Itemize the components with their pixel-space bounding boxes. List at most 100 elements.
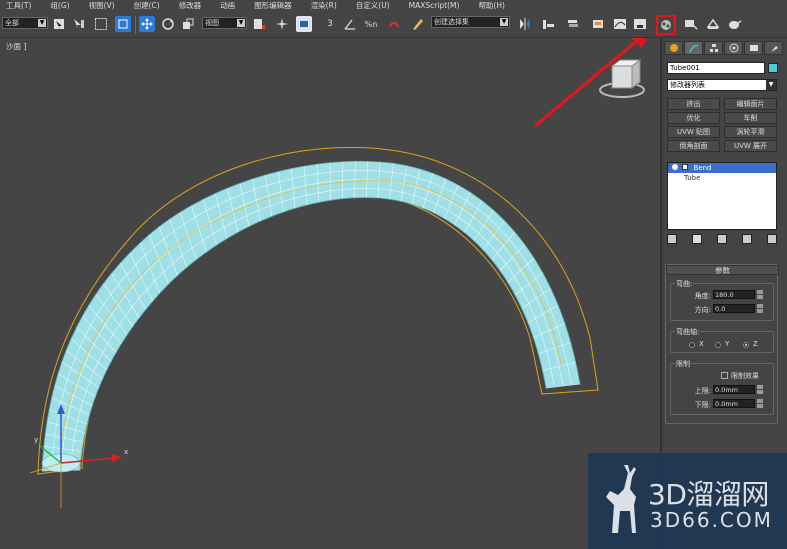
named-selection-sets-dropdown[interactable]: 创建选择集 ▼ bbox=[431, 16, 510, 28]
direction-spinner-arrows[interactable] bbox=[757, 304, 763, 313]
percent-snap-icon[interactable]: %n bbox=[363, 16, 379, 32]
hierarchy-tab-icon[interactable] bbox=[704, 41, 723, 55]
utilities-tab-icon[interactable] bbox=[764, 41, 783, 55]
stack-item-tube[interactable]: Tube bbox=[668, 173, 776, 183]
chevron-down-icon: ▼ bbox=[237, 19, 245, 27]
axis-y-label: Y bbox=[725, 340, 730, 348]
axis-y-radio[interactable] bbox=[715, 342, 721, 348]
modifier-list-dropdown[interactable]: 修改器列表 ▼ bbox=[667, 79, 777, 91]
menu-create[interactable]: 创建(C) bbox=[134, 0, 160, 12]
menu-tools[interactable]: 工具(T) bbox=[6, 0, 31, 12]
edit-named-selection-icon[interactable] bbox=[410, 16, 426, 32]
select-by-name-icon[interactable] bbox=[70, 16, 86, 32]
make-unique-icon[interactable] bbox=[717, 234, 727, 244]
render-setup-icon[interactable] bbox=[683, 16, 699, 32]
pin-stack-icon[interactable] bbox=[667, 234, 677, 244]
layer-manager-icon[interactable] bbox=[565, 16, 581, 32]
schematic-view-icon[interactable] bbox=[632, 16, 648, 32]
select-manipulate-icon[interactable] bbox=[274, 16, 290, 32]
modifier-button-set: 挤出 编辑面片 优化 车削 UVW 贴图 涡轮平滑 倒角剖面 UVW 展开 bbox=[667, 98, 777, 152]
limit-effect-checkbox[interactable] bbox=[721, 372, 728, 379]
selection-filter-dropdown[interactable]: 全部 ▼ bbox=[2, 17, 48, 29]
display-tab-icon[interactable] bbox=[744, 41, 763, 55]
rendered-frame-icon[interactable] bbox=[705, 16, 721, 32]
scale-icon[interactable] bbox=[180, 16, 196, 32]
angle-spinner-arrows[interactable] bbox=[757, 290, 763, 299]
upper-limit-spinner-arrows[interactable] bbox=[757, 385, 763, 394]
curve-editor-icon[interactable] bbox=[612, 16, 628, 32]
angle-snap-icon[interactable] bbox=[342, 16, 358, 32]
limits-group-label: 限制 bbox=[675, 359, 691, 369]
main-toolbar: 全部 ▼ 视图 ▼ 3 %n 创建选择集 ▼ bbox=[0, 12, 787, 38]
rect-select-region-icon[interactable] bbox=[93, 16, 109, 32]
axis-z-radio[interactable] bbox=[743, 342, 749, 348]
configure-sets-icon[interactable] bbox=[767, 234, 777, 244]
deer-logo-icon bbox=[606, 465, 636, 533]
edit-patch-button[interactable]: 编辑面片 bbox=[724, 98, 777, 110]
object-color-swatch[interactable] bbox=[768, 63, 778, 73]
snaps-toggle-icon[interactable]: 3 bbox=[322, 16, 338, 32]
mirror-icon[interactable] bbox=[517, 16, 533, 32]
menu-group[interactable]: 组(G) bbox=[50, 0, 69, 12]
upper-limit-spinner[interactable]: 0.0mm bbox=[713, 385, 755, 394]
modify-tab-icon[interactable] bbox=[684, 41, 703, 55]
bend-axis-group-label: 弯曲轴: bbox=[675, 327, 701, 337]
graphite-tools-icon[interactable] bbox=[590, 16, 606, 32]
perspective-viewport[interactable]: x y 沙面 ] bbox=[0, 38, 660, 549]
select-object-icon[interactable] bbox=[51, 16, 67, 32]
limit-effect-label: 限制效果 bbox=[731, 372, 759, 380]
axis-x-radio[interactable] bbox=[689, 342, 695, 348]
watermark-url: 3D66.COM bbox=[650, 508, 773, 532]
direction-spinner[interactable]: 0.0 bbox=[713, 304, 755, 313]
remove-modifier-icon[interactable] bbox=[742, 234, 752, 244]
tube-mesh[interactable] bbox=[41, 160, 581, 472]
menu-maxscript[interactable]: MAXScript(M) bbox=[409, 0, 460, 12]
uvw-map-button[interactable]: UVW 贴图 bbox=[667, 126, 720, 138]
menu-rendering[interactable]: 渲染(R) bbox=[311, 0, 337, 12]
pivot-center-icon[interactable] bbox=[251, 16, 267, 32]
bevel-profile-button[interactable]: 倒角剖面 bbox=[667, 140, 720, 152]
lightbulb-icon[interactable] bbox=[672, 164, 678, 170]
menu-help[interactable]: 帮助(H) bbox=[478, 0, 505, 12]
optimize-button[interactable]: 优化 bbox=[667, 112, 720, 124]
menu-customize[interactable]: 自定义(U) bbox=[356, 0, 390, 12]
extrude-button[interactable]: 挤出 bbox=[667, 98, 720, 110]
expand-icon[interactable] bbox=[682, 164, 689, 170]
align-icon[interactable] bbox=[540, 16, 556, 32]
menu-graph-editors[interactable]: 图形编辑器 bbox=[254, 0, 292, 12]
spinner-snap-icon[interactable] bbox=[386, 16, 402, 32]
move-icon[interactable] bbox=[139, 16, 155, 32]
render-production-icon[interactable] bbox=[727, 16, 743, 32]
stack-item-bend[interactable]: Bend bbox=[668, 163, 776, 173]
lathe-button[interactable]: 车削 bbox=[724, 112, 777, 124]
object-name-field[interactable]: Tube001 bbox=[667, 62, 765, 74]
lower-limit-spinner-arrows[interactable] bbox=[757, 399, 763, 408]
motion-tab-icon[interactable] bbox=[724, 41, 743, 55]
parameters-rollout: 参数 弯曲: 角度: 180.0 方向: 0.0 弯曲轴: X Y Z 限制 限… bbox=[665, 264, 779, 424]
turbosmooth-button[interactable]: 涡轮平滑 bbox=[724, 126, 777, 138]
chevron-down-icon: ▼ bbox=[500, 18, 508, 26]
parameters-rollout-title[interactable]: 参数 bbox=[666, 265, 779, 275]
angle-spinner[interactable]: 180.0 bbox=[713, 290, 755, 299]
stack-item-label: Tube bbox=[684, 174, 701, 182]
menu-modifiers[interactable]: 修改器 bbox=[179, 0, 202, 12]
menu-view[interactable]: 视图(V) bbox=[89, 0, 115, 12]
keyboard-shortcut-icon[interactable] bbox=[296, 16, 312, 32]
window-crossing-icon[interactable] bbox=[115, 16, 131, 32]
menu-animation[interactable]: 动画 bbox=[220, 0, 235, 12]
lower-limit-spinner[interactable]: 0.0mm bbox=[713, 399, 755, 408]
material-editor-icon[interactable] bbox=[656, 15, 676, 35]
viewport-label[interactable]: 沙面 ] bbox=[6, 41, 26, 52]
show-end-result-icon[interactable] bbox=[692, 234, 702, 244]
create-tab-icon[interactable] bbox=[664, 41, 683, 55]
named-selection-value: 创建选择集 bbox=[434, 18, 469, 26]
unwrap-uvw-button[interactable]: UVW 展开 bbox=[724, 140, 777, 152]
reference-coord-value: 视图 bbox=[205, 19, 219, 27]
stack-toolbar bbox=[667, 234, 777, 246]
axis-z-label: Z bbox=[753, 340, 758, 348]
toolbar-divider bbox=[135, 16, 136, 34]
rotate-icon[interactable] bbox=[160, 16, 176, 32]
watermark-banner: 3D溜溜网 3D66.COM bbox=[588, 453, 787, 549]
reference-coord-dropdown[interactable]: 视图 ▼ bbox=[202, 17, 247, 29]
limits-group: 限制 限制效果 上限: 0.0mm 下限: 0.0mm bbox=[670, 359, 774, 415]
